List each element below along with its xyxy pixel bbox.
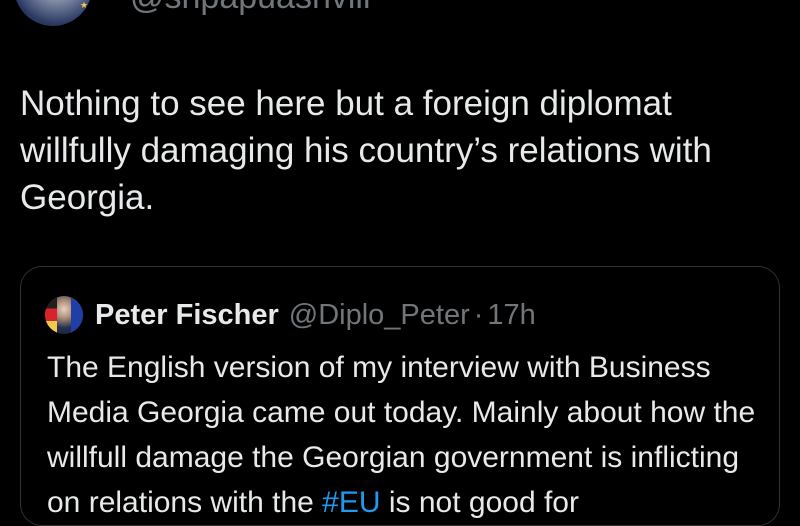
eu-flag-icon — [71, 296, 83, 334]
germany-flag-icon — [45, 296, 57, 334]
eu-star-icon: ★ — [80, 0, 89, 10]
quoted-author-handle[interactable]: @Diplo_Peter — [289, 299, 470, 332]
tweet-text: Nothing to see here but a foreign diplom… — [20, 84, 712, 217]
quoted-tweet-card[interactable]: Peter Fischer @Diplo_Peter · 17h The Eng… — [20, 266, 780, 526]
quoted-tweet-text: The English version of my interview with… — [47, 345, 767, 525]
separator-dot: · — [473, 298, 484, 331]
hashtag-link[interactable]: #EU — [322, 486, 380, 519]
quoted-author-name[interactable]: Peter Fischer — [95, 299, 279, 332]
quoted-text-after: is not good for — [380, 486, 579, 519]
quoted-tweet-header: Peter Fischer @Diplo_Peter · 17h — [45, 295, 536, 335]
author-handle[interactable]: @shpapuashvili — [130, 0, 371, 17]
author-avatar[interactable]: ★ ★ — [14, 0, 92, 26]
quoted-author-avatar[interactable] — [45, 296, 83, 334]
quoted-tweet-time[interactable]: 17h — [487, 299, 535, 332]
